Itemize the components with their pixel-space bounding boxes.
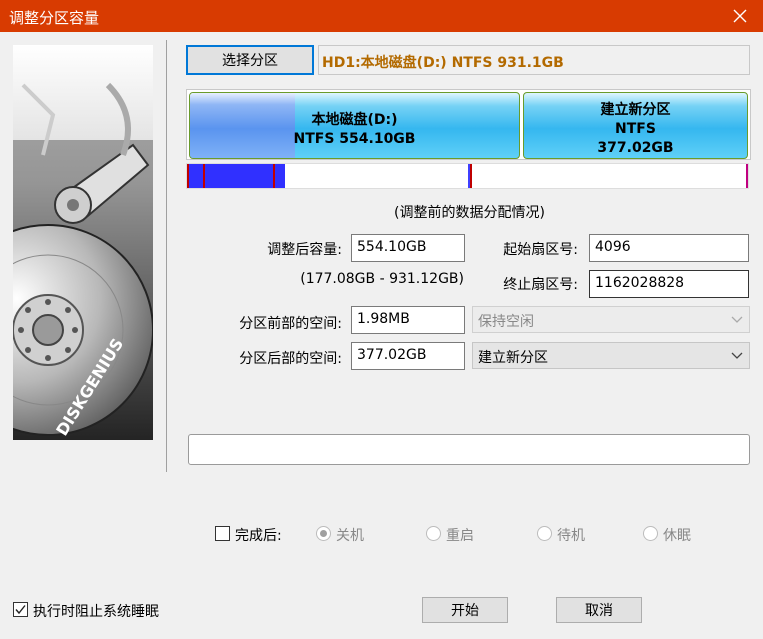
select-partition-button[interactable]: 选择分区 [186,45,314,75]
prevent-sleep-checkbox[interactable] [13,602,28,617]
disk-info-field: HD1:本地磁盘(D:) NTFS 931.1GB [318,45,750,75]
end-sector-label: 终止扇区号: [503,277,578,293]
space-after-label: 分区后部的空间: [239,351,342,367]
start-button[interactable]: 开始 [422,597,508,623]
data-allocation-map [186,163,749,189]
space-before-select: 保持空闲 [472,306,750,333]
after-complete-checkbox[interactable] [215,526,230,541]
radio-standby-label: 待机 [557,528,585,544]
radio-restart-label: 重启 [446,528,474,544]
close-button[interactable] [717,0,763,32]
space-before-input[interactable]: 1.98MB [351,306,465,334]
partition-new-name: 建立新分区 [600,102,671,118]
radio-hibernate-label: 休眠 [663,528,691,544]
partition-bar: 本地磁盘(D:) NTFS 554.10GB 建立新分区 NTFS 377.02… [186,89,751,160]
vertical-separator [166,40,167,472]
radio-shutdown-label: 关机 [336,528,364,544]
after-complete-label: 完成后: [235,528,282,544]
radio-hibernate[interactable] [643,526,658,541]
partition-block-new[interactable]: 建立新分区 NTFS 377.02GB [523,92,748,159]
resized-capacity-label: 调整后容量: [267,242,342,258]
chevron-down-icon [731,316,743,323]
radio-standby[interactable] [537,526,552,541]
capacity-range-hint: (177.08GB - 931.12GB) [300,271,464,287]
chevron-down-icon [731,352,743,359]
radio-shutdown[interactable] [316,526,331,541]
partition-d-size: NTFS 554.10GB [293,131,416,147]
progress-bar [188,434,750,465]
radio-restart[interactable] [426,526,441,541]
partition-new-size: 377.02GB [597,140,674,156]
title-bar: 调整分区容量 [0,0,763,32]
allocation-note: (调整前的数据分配情况) [394,205,545,221]
space-before-label: 分区前部的空间: [239,316,342,332]
dialog-body: DISKGENIUS 选择分区 HD1:本地磁盘(D:) NTFS 931.1G… [0,32,763,639]
partition-d-name: 本地磁盘(D:) [311,112,398,128]
partition-block-d[interactable]: 本地磁盘(D:) NTFS 554.10GB [189,92,520,159]
resized-capacity-input[interactable]: 554.10GB [351,234,465,262]
space-after-select[interactable]: 建立新分区 [472,342,750,369]
end-sector-input[interactable]: 1162028828 [589,270,749,298]
cancel-button[interactable]: 取消 [556,597,642,623]
prevent-sleep-label: 执行时阻止系统睡眠 [33,604,159,620]
space-after-input[interactable]: 377.02GB [351,342,465,370]
start-sector-input[interactable]: 4096 [589,234,749,262]
window-title: 调整分区容量 [9,9,100,27]
start-sector-label: 起始扇区号: [503,242,578,258]
checkmark-icon [15,605,26,615]
space-after-option: 建立新分区 [478,350,548,366]
diskgenius-hdd-image: DISKGENIUS [13,45,153,440]
partition-new-fs: NTFS [615,121,656,137]
space-before-option: 保持空闲 [478,314,534,330]
close-icon [733,9,747,23]
hard-drive-icon: DISKGENIUS [13,45,153,440]
